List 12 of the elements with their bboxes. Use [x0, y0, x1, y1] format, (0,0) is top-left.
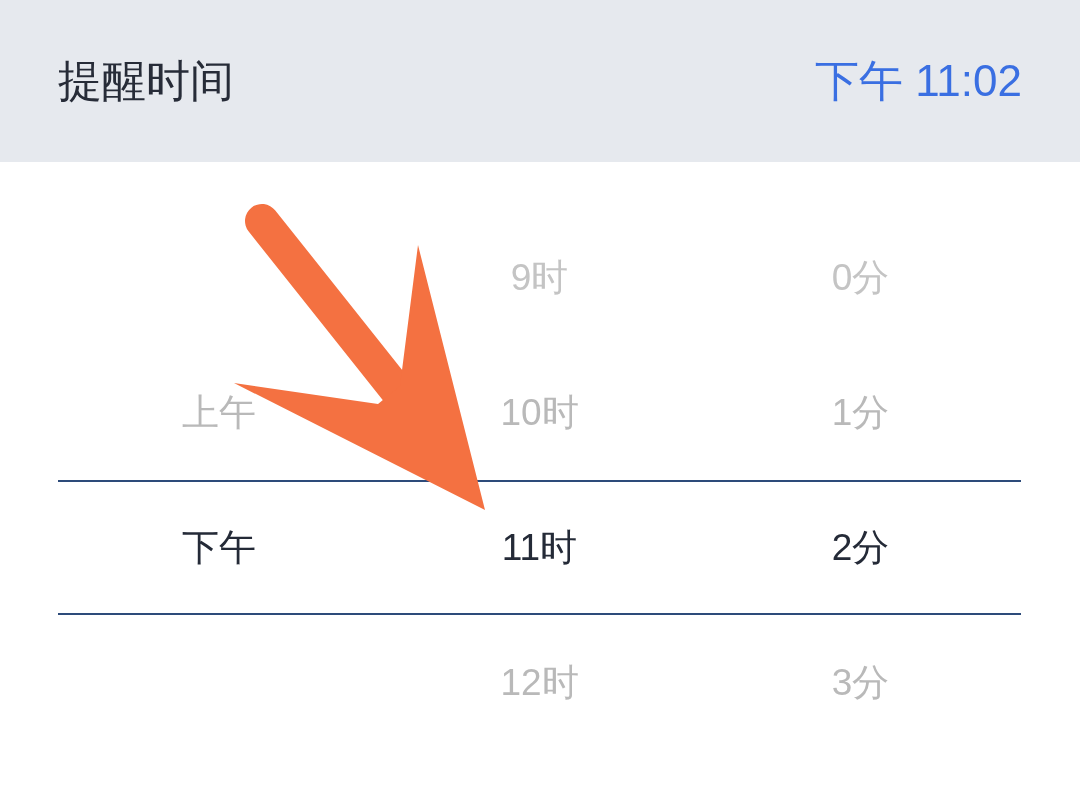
- header-title: 提醒时间: [58, 54, 234, 107]
- picker-item[interactable]: 下午: [181, 480, 256, 615]
- selected-time-value: 下午 11:02: [814, 54, 1022, 107]
- picker-item[interactable]: 3分: [831, 615, 890, 750]
- picker-item[interactable]: 10时: [500, 345, 579, 480]
- picker-item[interactable]: 11时: [501, 480, 578, 615]
- picker-item[interactable]: 1分: [831, 345, 890, 480]
- picker-item[interactable]: 9时: [510, 210, 569, 345]
- picker-item[interactable]: 2分: [831, 480, 890, 615]
- picker-item[interactable]: 12时: [500, 615, 579, 750]
- picker-item[interactable]: 0分: [831, 210, 890, 345]
- picker-item[interactable]: 上午: [181, 345, 256, 480]
